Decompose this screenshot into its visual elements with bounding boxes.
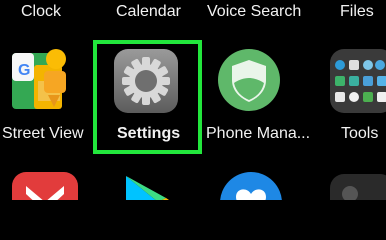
tools-folder-icon — [330, 49, 386, 113]
wps-office-icon — [12, 172, 78, 200]
app-label-street-view[interactable]: Street View — [2, 124, 84, 144]
app-icon — [330, 174, 386, 200]
bottom-right-app[interactable] — [330, 174, 386, 200]
phone-manager-shield-icon — [218, 49, 280, 111]
app-label-settings[interactable]: Settings — [117, 124, 180, 144]
wps-office-app[interactable] — [12, 172, 78, 200]
street-view-app[interactable]: G — [8, 45, 78, 115]
phone-manager-app[interactable] — [216, 47, 282, 113]
app-label-calendar[interactable]: Calendar — [116, 2, 181, 22]
tools-app[interactable] — [326, 45, 386, 115]
app-label-phone-manager[interactable]: Phone Mana... — [206, 124, 310, 144]
app-label-clock[interactable]: Clock — [21, 2, 61, 22]
street-view-icon: G — [12, 49, 66, 109]
play-store-app[interactable] — [118, 172, 178, 200]
play-store-icon — [126, 176, 169, 200]
app-label-voice-search[interactable]: Voice Search — [207, 2, 301, 22]
health-heart-icon — [220, 172, 282, 200]
health-app[interactable] — [218, 170, 284, 200]
app-label-files[interactable]: Files — [340, 2, 374, 22]
app-label-tools[interactable]: Tools — [341, 124, 378, 144]
svg-text:G: G — [18, 62, 30, 79]
